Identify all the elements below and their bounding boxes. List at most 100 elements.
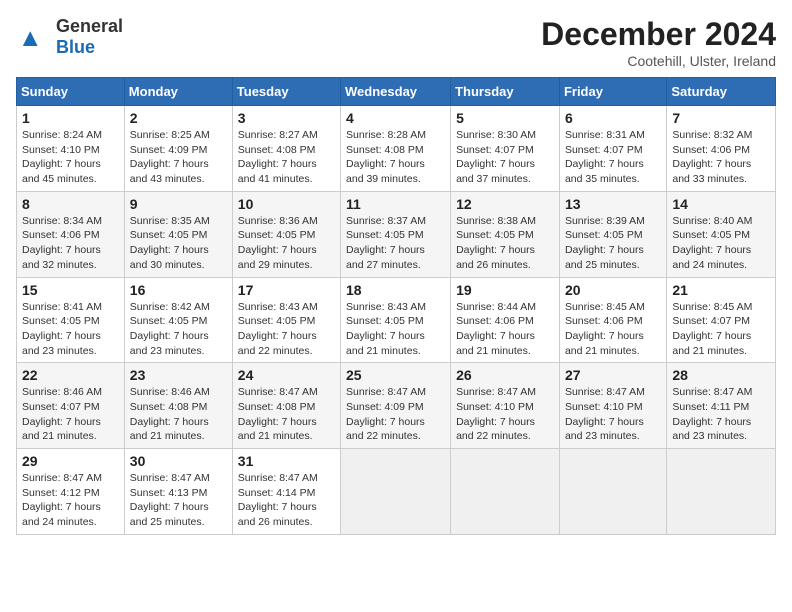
calendar-cell: 28 Sunrise: 8:47 AM Sunset: 4:11 PM Dayl… — [667, 363, 776, 449]
day-number: 12 — [456, 196, 554, 212]
day-number: 16 — [130, 282, 227, 298]
calendar-cell: 3 Sunrise: 8:27 AM Sunset: 4:08 PM Dayli… — [232, 106, 340, 192]
day-number: 10 — [238, 196, 335, 212]
day-number: 13 — [565, 196, 661, 212]
calendar-cell: 15 Sunrise: 8:41 AM Sunset: 4:05 PM Dayl… — [17, 277, 125, 363]
logo-general: General — [56, 16, 123, 37]
day-info: Sunrise: 8:47 AM Sunset: 4:08 PM Dayligh… — [238, 385, 335, 444]
day-info: Sunrise: 8:47 AM Sunset: 4:10 PM Dayligh… — [456, 385, 554, 444]
day-number: 23 — [130, 367, 227, 383]
day-info: Sunrise: 8:47 AM Sunset: 4:14 PM Dayligh… — [238, 471, 335, 530]
calendar-cell: 12 Sunrise: 8:38 AM Sunset: 4:05 PM Dayl… — [451, 191, 560, 277]
day-info: Sunrise: 8:24 AM Sunset: 4:10 PM Dayligh… — [22, 128, 119, 187]
day-number: 29 — [22, 453, 119, 469]
calendar-week-row: 1 Sunrise: 8:24 AM Sunset: 4:10 PM Dayli… — [17, 106, 776, 192]
calendar-cell: 7 Sunrise: 8:32 AM Sunset: 4:06 PM Dayli… — [667, 106, 776, 192]
day-number: 27 — [565, 367, 661, 383]
calendar-cell: 26 Sunrise: 8:47 AM Sunset: 4:10 PM Dayl… — [451, 363, 560, 449]
calendar-cell: 25 Sunrise: 8:47 AM Sunset: 4:09 PM Dayl… — [341, 363, 451, 449]
day-info: Sunrise: 8:46 AM Sunset: 4:08 PM Dayligh… — [130, 385, 227, 444]
calendar-cell: 14 Sunrise: 8:40 AM Sunset: 4:05 PM Dayl… — [667, 191, 776, 277]
day-info: Sunrise: 8:46 AM Sunset: 4:07 PM Dayligh… — [22, 385, 119, 444]
calendar-cell: 16 Sunrise: 8:42 AM Sunset: 4:05 PM Dayl… — [124, 277, 232, 363]
calendar-week-row: 15 Sunrise: 8:41 AM Sunset: 4:05 PM Dayl… — [17, 277, 776, 363]
day-number: 30 — [130, 453, 227, 469]
page-header: ▲ General Blue December 2024 Cootehill, … — [16, 16, 776, 69]
day-info: Sunrise: 8:25 AM Sunset: 4:09 PM Dayligh… — [130, 128, 227, 187]
day-number: 31 — [238, 453, 335, 469]
day-info: Sunrise: 8:45 AM Sunset: 4:07 PM Dayligh… — [672, 300, 770, 359]
day-number: 6 — [565, 110, 661, 126]
day-info: Sunrise: 8:38 AM Sunset: 4:05 PM Dayligh… — [456, 214, 554, 273]
calendar-header-row: SundayMondayTuesdayWednesdayThursdayFrid… — [17, 78, 776, 106]
calendar-day-header: Thursday — [451, 78, 560, 106]
calendar-cell: 22 Sunrise: 8:46 AM Sunset: 4:07 PM Dayl… — [17, 363, 125, 449]
day-number: 19 — [456, 282, 554, 298]
day-number: 3 — [238, 110, 335, 126]
day-info: Sunrise: 8:27 AM Sunset: 4:08 PM Dayligh… — [238, 128, 335, 187]
calendar-cell: 24 Sunrise: 8:47 AM Sunset: 4:08 PM Dayl… — [232, 363, 340, 449]
day-info: Sunrise: 8:43 AM Sunset: 4:05 PM Dayligh… — [238, 300, 335, 359]
day-info: Sunrise: 8:45 AM Sunset: 4:06 PM Dayligh… — [565, 300, 661, 359]
day-info: Sunrise: 8:36 AM Sunset: 4:05 PM Dayligh… — [238, 214, 335, 273]
day-info: Sunrise: 8:47 AM Sunset: 4:11 PM Dayligh… — [672, 385, 770, 444]
location: Cootehill, Ulster, Ireland — [541, 53, 776, 69]
day-info: Sunrise: 8:31 AM Sunset: 4:07 PM Dayligh… — [565, 128, 661, 187]
calendar-cell: 11 Sunrise: 8:37 AM Sunset: 4:05 PM Dayl… — [341, 191, 451, 277]
calendar-day-header: Saturday — [667, 78, 776, 106]
calendar-day-header: Sunday — [17, 78, 125, 106]
calendar-cell: 27 Sunrise: 8:47 AM Sunset: 4:10 PM Dayl… — [559, 363, 666, 449]
day-number: 21 — [672, 282, 770, 298]
calendar-cell: 1 Sunrise: 8:24 AM Sunset: 4:10 PM Dayli… — [17, 106, 125, 192]
calendar-cell: 6 Sunrise: 8:31 AM Sunset: 4:07 PM Dayli… — [559, 106, 666, 192]
title-block: December 2024 Cootehill, Ulster, Ireland — [541, 16, 776, 69]
day-info: Sunrise: 8:35 AM Sunset: 4:05 PM Dayligh… — [130, 214, 227, 273]
day-number: 22 — [22, 367, 119, 383]
logo-blue: Blue — [56, 37, 123, 58]
day-number: 8 — [22, 196, 119, 212]
calendar-cell: 20 Sunrise: 8:45 AM Sunset: 4:06 PM Dayl… — [559, 277, 666, 363]
day-number: 24 — [238, 367, 335, 383]
day-number: 9 — [130, 196, 227, 212]
calendar-cell — [451, 449, 560, 535]
day-info: Sunrise: 8:47 AM Sunset: 4:10 PM Dayligh… — [565, 385, 661, 444]
day-info: Sunrise: 8:47 AM Sunset: 4:13 PM Dayligh… — [130, 471, 227, 530]
day-number: 14 — [672, 196, 770, 212]
day-info: Sunrise: 8:42 AM Sunset: 4:05 PM Dayligh… — [130, 300, 227, 359]
logo-icon: ▲ — [16, 19, 52, 55]
calendar-day-header: Wednesday — [341, 78, 451, 106]
calendar-day-header: Friday — [559, 78, 666, 106]
calendar-cell: 18 Sunrise: 8:43 AM Sunset: 4:05 PM Dayl… — [341, 277, 451, 363]
svg-text:▲: ▲ — [18, 24, 43, 52]
calendar-week-row: 29 Sunrise: 8:47 AM Sunset: 4:12 PM Dayl… — [17, 449, 776, 535]
calendar-cell: 17 Sunrise: 8:43 AM Sunset: 4:05 PM Dayl… — [232, 277, 340, 363]
calendar-week-row: 22 Sunrise: 8:46 AM Sunset: 4:07 PM Dayl… — [17, 363, 776, 449]
calendar-cell: 2 Sunrise: 8:25 AM Sunset: 4:09 PM Dayli… — [124, 106, 232, 192]
calendar-day-header: Monday — [124, 78, 232, 106]
day-info: Sunrise: 8:39 AM Sunset: 4:05 PM Dayligh… — [565, 214, 661, 273]
day-info: Sunrise: 8:47 AM Sunset: 4:09 PM Dayligh… — [346, 385, 445, 444]
calendar-cell: 13 Sunrise: 8:39 AM Sunset: 4:05 PM Dayl… — [559, 191, 666, 277]
day-info: Sunrise: 8:34 AM Sunset: 4:06 PM Dayligh… — [22, 214, 119, 273]
day-number: 2 — [130, 110, 227, 126]
day-number: 11 — [346, 196, 445, 212]
calendar-cell: 5 Sunrise: 8:30 AM Sunset: 4:07 PM Dayli… — [451, 106, 560, 192]
calendar-cell: 8 Sunrise: 8:34 AM Sunset: 4:06 PM Dayli… — [17, 191, 125, 277]
calendar-cell: 29 Sunrise: 8:47 AM Sunset: 4:12 PM Dayl… — [17, 449, 125, 535]
day-number: 17 — [238, 282, 335, 298]
day-info: Sunrise: 8:30 AM Sunset: 4:07 PM Dayligh… — [456, 128, 554, 187]
calendar-cell: 10 Sunrise: 8:36 AM Sunset: 4:05 PM Dayl… — [232, 191, 340, 277]
day-number: 28 — [672, 367, 770, 383]
day-info: Sunrise: 8:32 AM Sunset: 4:06 PM Dayligh… — [672, 128, 770, 187]
day-number: 15 — [22, 282, 119, 298]
logo: ▲ General Blue — [16, 16, 123, 58]
day-number: 25 — [346, 367, 445, 383]
calendar-table: SundayMondayTuesdayWednesdayThursdayFrid… — [16, 77, 776, 535]
calendar-cell — [341, 449, 451, 535]
calendar-cell: 9 Sunrise: 8:35 AM Sunset: 4:05 PM Dayli… — [124, 191, 232, 277]
day-info: Sunrise: 8:44 AM Sunset: 4:06 PM Dayligh… — [456, 300, 554, 359]
day-number: 7 — [672, 110, 770, 126]
day-info: Sunrise: 8:37 AM Sunset: 4:05 PM Dayligh… — [346, 214, 445, 273]
calendar-cell: 23 Sunrise: 8:46 AM Sunset: 4:08 PM Dayl… — [124, 363, 232, 449]
day-info: Sunrise: 8:43 AM Sunset: 4:05 PM Dayligh… — [346, 300, 445, 359]
